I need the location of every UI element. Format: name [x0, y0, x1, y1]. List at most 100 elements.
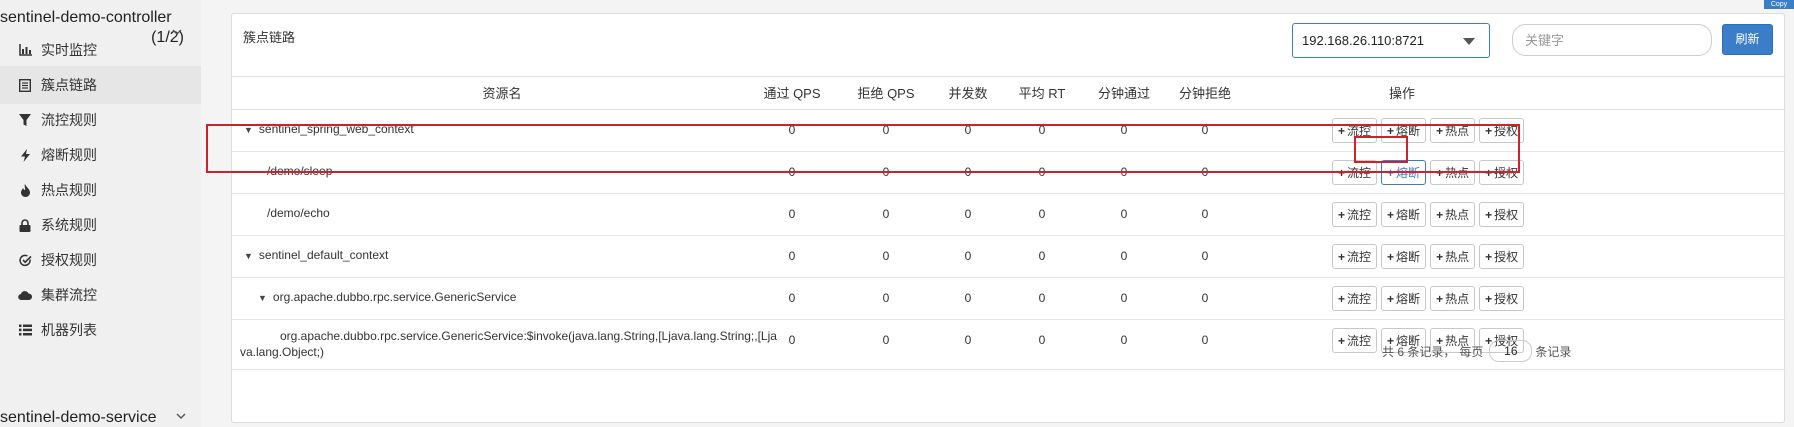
caret-down-icon[interactable]: ▼: [258, 293, 267, 303]
resource-name: ▼ sentinel_spring_web_context: [244, 122, 414, 136]
app-selector-secondary[interactable]: sentinel-demo-service: [0, 409, 157, 427]
caret-down-icon: [1463, 38, 1475, 45]
bar-chart-icon: [18, 43, 32, 57]
sidebar-item-system-rules[interactable]: 系统规则: [0, 206, 201, 244]
machine-select[interactable]: 192.168.26.110:8721: [1292, 23, 1490, 58]
check-circle-icon: [18, 253, 32, 267]
sidebar-item-machine-list[interactable]: 机器列表: [0, 311, 201, 349]
threads: 0: [964, 165, 972, 179]
pass-qps: 0: [788, 165, 796, 179]
keyword-search-input[interactable]: [1512, 24, 1712, 56]
col-operations: 操作: [1388, 86, 1415, 101]
sidebar-item-label: 实时监控: [41, 42, 97, 58]
minute-block: 0: [1201, 165, 1209, 179]
authority-rule-button[interactable]: + 授权: [1479, 244, 1525, 269]
table-row: ▼ sentinel_default_context 0 0 0 0 0 0 + 流…: [232, 236, 1786, 278]
total-records: 共 6 条记录，: [1382, 344, 1456, 359]
authority-rule-button[interactable]: + 授权: [1479, 286, 1525, 311]
table-header: 资源名 通过 QPS 拒绝 QPS 并发数 平均 RT 分钟通过 分钟拒绝 操作: [232, 76, 1786, 110]
hotspot-rule-button[interactable]: + 热点: [1430, 160, 1476, 185]
sidebar-item-cluster-flow[interactable]: 集群流控: [0, 276, 201, 314]
minute-block: 0: [1201, 333, 1209, 347]
flow-rule-button[interactable]: + 流控: [1332, 118, 1378, 143]
plus-icon: +: [1436, 291, 1444, 306]
resource-name: /demo/echo: [267, 206, 330, 220]
authority-rule-button[interactable]: + 授权: [1479, 160, 1525, 185]
plus-icon: +: [1387, 249, 1395, 264]
col-minute-block: 分钟拒绝: [1178, 86, 1231, 101]
degrade-rule-button[interactable]: + 熔断: [1381, 286, 1427, 311]
pagination: 共 6 条记录， 每页 16 条记录: [1382, 340, 1571, 362]
degrade-rule-button[interactable]: + 熔断: [1381, 160, 1427, 185]
filter-icon: [18, 113, 32, 127]
minute-pass: 0: [1120, 249, 1128, 263]
plus-icon: +: [1436, 165, 1444, 180]
sidebar-item-label: 授权规则: [41, 252, 97, 268]
threads: 0: [964, 123, 972, 137]
degrade-rule-button[interactable]: + 熔断: [1381, 202, 1427, 227]
fire-icon: [18, 183, 32, 197]
minute-block: 0: [1201, 249, 1209, 263]
refresh-button[interactable]: 刷新: [1722, 24, 1773, 55]
cloud-icon: [18, 288, 32, 302]
row-actions: + 流控 + 熔断 + 热点 + 授权: [1332, 160, 1525, 185]
minute-pass: 0: [1120, 207, 1128, 221]
sidebar-item-flow-rules[interactable]: 流控规则: [0, 101, 201, 139]
flow-rule-button[interactable]: + 流控: [1332, 160, 1378, 185]
list-bullets-icon: [18, 323, 32, 337]
hotspot-rule-button[interactable]: + 热点: [1430, 118, 1476, 143]
plus-icon: +: [1485, 165, 1493, 180]
flow-rule-button[interactable]: + 流控: [1332, 244, 1378, 269]
table-row: ▼ sentinel_spring_web_context 0 0 0 0 0 0…: [232, 110, 1786, 152]
hotspot-rule-button[interactable]: + 热点: [1430, 286, 1476, 311]
hotspot-rule-button[interactable]: + 热点: [1430, 202, 1476, 227]
minute-block: 0: [1201, 123, 1209, 137]
block-qps: 0: [882, 249, 890, 263]
plus-icon: +: [1485, 291, 1493, 306]
sidebar-item-cluster-link[interactable]: 簇点链路: [0, 66, 201, 104]
table-row: /demo/echo 0 0 0 0 0 0 + 流控 + 熔断 + 热点 + 授权: [232, 194, 1786, 236]
machine-select-value: 192.168.26.110:8721: [1302, 33, 1424, 48]
flow-rule-button[interactable]: + 流控: [1332, 202, 1378, 227]
minute-block: 0: [1201, 291, 1209, 305]
hotspot-rule-button[interactable]: + 热点: [1430, 244, 1476, 269]
caret-down-icon[interactable]: ▼: [244, 251, 253, 261]
sidebar-item-label: 熔断规则: [41, 147, 97, 163]
threads: 0: [964, 249, 972, 263]
per-page-label: 每页: [1459, 344, 1484, 359]
plus-icon: +: [1436, 123, 1444, 138]
sidebar-item-label: 热点规则: [41, 182, 97, 198]
flow-rule-button[interactable]: + 流控: [1332, 328, 1378, 353]
row-actions: + 流控 + 熔断 + 热点 + 授权: [1332, 244, 1525, 269]
flow-rule-button[interactable]: + 流控: [1332, 286, 1378, 311]
col-resource-name: 资源名: [482, 86, 522, 101]
authority-rule-button[interactable]: + 授权: [1479, 202, 1525, 227]
page-size-input[interactable]: 16: [1489, 340, 1533, 362]
block-qps: 0: [882, 165, 890, 179]
block-qps: 0: [882, 333, 890, 347]
caret-down-icon[interactable]: ▼: [244, 125, 253, 135]
sidebar-item-degrade-rules[interactable]: 熔断规则: [0, 136, 201, 174]
pass-qps: 0: [788, 291, 796, 305]
degrade-rule-button[interactable]: + 熔断: [1381, 118, 1427, 143]
plus-icon: +: [1436, 207, 1444, 222]
row-actions: + 流控 + 熔断 + 热点 + 授权: [1332, 118, 1525, 143]
avg-rt: 0: [1038, 333, 1046, 347]
plus-icon: +: [1387, 207, 1395, 222]
resource-name: org.apache.dubbo.rpc.service.GenericServ…: [240, 329, 777, 359]
col-pass-qps: 通过 QPS: [763, 86, 821, 101]
sidebar-item-realtime-monitor[interactable]: 实时监控: [0, 31, 201, 69]
cluster-link-panel: 簇点链路 192.168.26.110:8721 刷新 资源名 通过 QPS 拒…: [231, 13, 1786, 423]
row-actions: + 流控 + 熔断 + 热点 + 授权: [1332, 202, 1525, 227]
authority-rule-button[interactable]: + 授权: [1479, 118, 1525, 143]
minute-pass: 0: [1120, 333, 1128, 347]
degrade-rule-button[interactable]: + 熔断: [1381, 244, 1427, 269]
plus-icon: +: [1338, 207, 1346, 222]
minute-block: 0: [1201, 207, 1209, 221]
copy-tag[interactable]: Copy: [1764, 0, 1794, 9]
avg-rt: 0: [1038, 123, 1046, 137]
sidebar-item-hotspot-rules[interactable]: 热点规则: [0, 171, 201, 209]
list-icon: [18, 78, 32, 92]
sidebar-item-authority-rules[interactable]: 授权规则: [0, 241, 201, 279]
chevron-down-icon[interactable]: [176, 411, 186, 423]
